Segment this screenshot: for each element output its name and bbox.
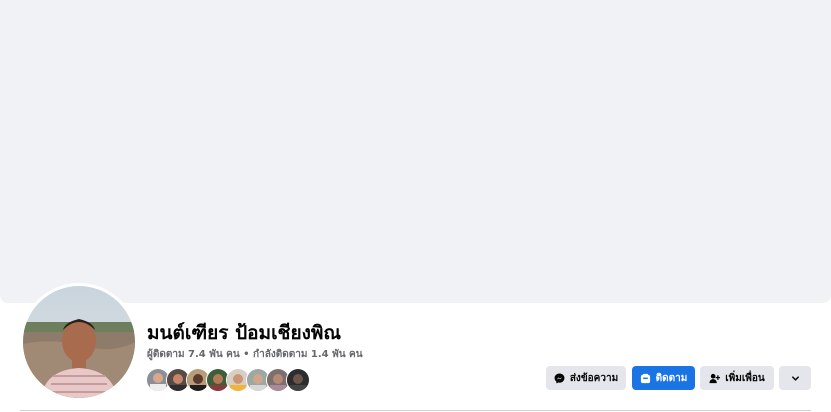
profile-picture[interactable] — [23, 286, 135, 398]
add-friend-icon — [709, 373, 721, 384]
follow-icon — [640, 373, 651, 384]
more-options-button[interactable] — [779, 366, 811, 390]
add-friend-button[interactable]: เพิ่มเพื่อน — [700, 366, 774, 390]
follow-button[interactable]: ติดตาม — [632, 366, 695, 390]
friend-avatar[interactable] — [286, 368, 310, 392]
profile-name: มนต์เฑียร ป้อมเชียงพิณ — [147, 322, 342, 344]
message-button-label: ส่งข้อความ — [569, 372, 619, 384]
profile-stats: ผู้ติดตาม 7.4 พัน คน • กำลังติดตาม 1.4 พ… — [147, 349, 363, 360]
section-divider — [20, 410, 811, 411]
mutual-friends-avatars — [146, 368, 310, 392]
message-button[interactable]: ส่งข้อความ — [546, 366, 626, 390]
followers-link[interactable]: ผู้ติดตาม 7.4 พัน คน — [147, 349, 240, 360]
cover-photo[interactable] — [0, 0, 831, 303]
following-link[interactable]: กำลังติดตาม 1.4 พัน คน — [253, 349, 363, 360]
add-friend-button-label: เพิ่มเพื่อน — [725, 372, 765, 384]
follow-button-label: ติดตาม — [655, 372, 688, 384]
messenger-icon — [554, 372, 565, 384]
chevron-down-icon — [790, 373, 801, 384]
